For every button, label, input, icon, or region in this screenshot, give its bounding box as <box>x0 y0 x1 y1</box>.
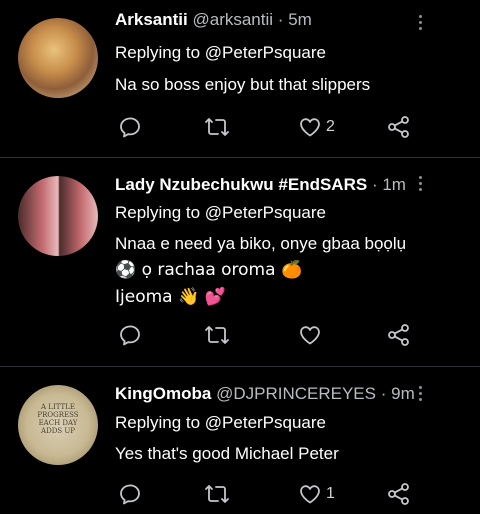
mention-link[interactable]: @PeterPsquare <box>205 203 326 222</box>
tweet-text: Na so boss enjoy but that slippers <box>115 71 370 98</box>
tweet-text-line: Ijeoma 👋 💕 <box>115 287 226 307</box>
more-vertical-icon[interactable] <box>416 176 424 194</box>
timestamp[interactable]: 1m <box>382 175 406 194</box>
timestamp[interactable]: 5m <box>288 10 312 29</box>
share-button[interactable] <box>386 481 412 507</box>
retweet-button[interactable] <box>204 114 234 140</box>
heart-icon <box>300 485 320 504</box>
display-name[interactable]: Lady Nzubechukwu #EndSARS <box>115 175 367 194</box>
replying-to-line: Replying to @PeterPsquare <box>115 413 326 433</box>
retweet-button[interactable] <box>204 481 234 507</box>
mention-link[interactable]: @PeterPsquare <box>205 413 326 432</box>
reply-button[interactable] <box>118 322 146 348</box>
comment-icon <box>120 325 140 346</box>
retweet-icon <box>205 118 229 136</box>
tweet-actions: 2 <box>0 114 480 140</box>
replying-to-label: Replying to <box>115 413 201 432</box>
tweet[interactable]: Arksantii @arksantii · 5m Replying to @P… <box>0 0 480 157</box>
share-button[interactable] <box>386 322 412 348</box>
tweet-text: Nnaa e need ya biko, onye gbaa bọọlụ ⚽ ọ… <box>115 230 406 311</box>
avatar[interactable]: A LITTLE PROGRESS EACH DAY ADDS UP <box>18 385 98 465</box>
tweet[interactable]: Lady Nzubechukwu #EndSARS · 1m Replying … <box>0 158 480 366</box>
tweet[interactable]: A LITTLE PROGRESS EACH DAY ADDS UP KingO… <box>0 367 480 514</box>
separator-dot: · <box>371 175 378 194</box>
avatar-image-text: A LITTLE PROGRESS EACH DAY ADDS UP <box>37 403 79 435</box>
heart-icon <box>300 326 320 345</box>
share-button[interactable] <box>386 114 412 140</box>
tweet-actions <box>0 322 480 348</box>
more-vertical-icon[interactable] <box>416 386 424 404</box>
comment-icon <box>120 117 140 138</box>
display-name[interactable]: KingOmoba <box>115 384 211 403</box>
retweet-icon <box>205 485 229 503</box>
user-handle[interactable]: @DJPRINCEREYES <box>216 384 376 403</box>
replying-to-line: Replying to @PeterPsquare <box>115 203 326 223</box>
user-handle[interactable]: @arksantii <box>192 10 273 29</box>
like-button[interactable] <box>298 322 326 348</box>
tweet-actions: 1 <box>0 481 480 507</box>
replying-to-label: Replying to <box>115 43 201 62</box>
tweet-text: Yes that's good Michael Peter <box>115 440 339 467</box>
share-icon <box>388 483 409 505</box>
tweet-text-line: Yes that's good Michael Peter <box>115 444 339 463</box>
avatar[interactable] <box>18 18 98 98</box>
share-icon <box>388 324 409 346</box>
like-button[interactable]: 2 <box>298 114 335 140</box>
tweet-text-line: Na so boss enjoy but that slippers <box>115 75 371 94</box>
replying-to-label: Replying to <box>115 203 201 222</box>
reply-button[interactable] <box>118 481 146 507</box>
tweet-header: KingOmoba @DJPRINCEREYES · 9m <box>115 384 415 404</box>
heart-icon <box>300 118 320 137</box>
tweet-text-line: ⚽ ọ rachaa oroma 🍊 <box>115 260 303 280</box>
separator-dot: · <box>277 10 284 29</box>
mention-link[interactable]: @PeterPsquare <box>205 43 326 62</box>
replying-to-line: Replying to @PeterPsquare <box>115 43 326 63</box>
like-button[interactable]: 1 <box>298 481 335 507</box>
like-count: 1 <box>326 485 335 502</box>
reply-button[interactable] <box>118 114 146 140</box>
tweet-text-line: Nnaa e need ya biko, onye gbaa bọọlụ <box>115 234 407 253</box>
retweet-icon <box>205 326 229 344</box>
tweet-header: Arksantii @arksantii · 5m <box>115 10 312 30</box>
more-vertical-icon[interactable] <box>416 15 424 33</box>
retweet-button[interactable] <box>204 322 234 348</box>
timestamp[interactable]: 9m <box>391 384 415 403</box>
display-name[interactable]: Arksantii <box>115 10 188 29</box>
avatar[interactable] <box>18 176 98 256</box>
like-count: 2 <box>326 118 335 135</box>
comment-icon <box>120 484 140 505</box>
separator-dot: · <box>380 384 387 403</box>
tweet-header: Lady Nzubechukwu #EndSARS · 1m <box>115 175 406 195</box>
share-icon <box>388 116 409 138</box>
